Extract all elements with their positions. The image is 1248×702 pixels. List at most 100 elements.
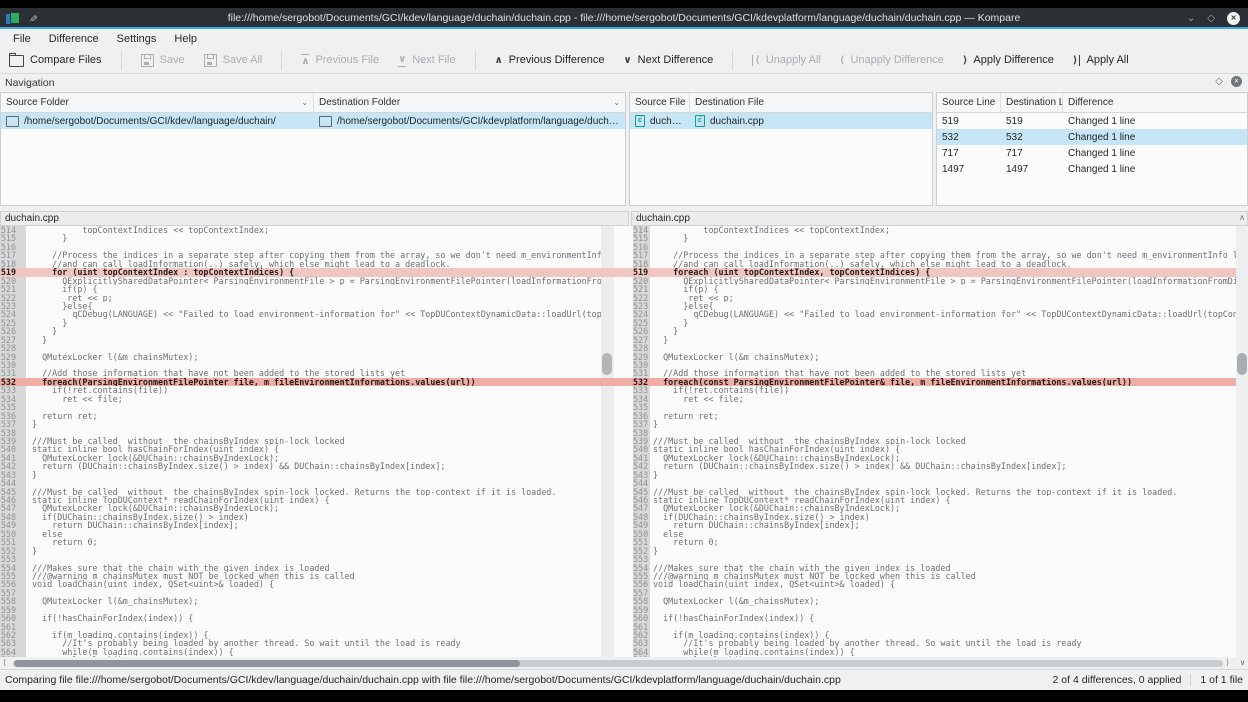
menu-difference[interactable]: Difference (40, 31, 108, 47)
difference-column-header[interactable]: Difference (1063, 93, 1247, 112)
menu-help[interactable]: Help (165, 31, 206, 47)
file-row[interactable]: duchain.cpp duchain.cpp (630, 113, 932, 129)
code-line-left: } (26, 471, 601, 479)
code-row-557: 557557 (0, 589, 1236, 597)
line-number-left: 553 (0, 555, 26, 563)
pane-gap (614, 580, 633, 588)
navigation-dock-title: Navigation (5, 77, 55, 89)
destination-pane-scrollbar[interactable] (1237, 226, 1247, 657)
pane-gap (614, 277, 633, 285)
source-pane-scrollbar-track-segment (601, 555, 614, 563)
line-number-left: 529 (0, 353, 26, 361)
next-difference-button[interactable]: ∨ Next Difference (624, 54, 714, 66)
maximize-button[interactable]: ◇ (1207, 12, 1215, 25)
folders-table-header: Source Folder ⌄ Destination Folder ⌄ (1, 93, 625, 113)
code-row-543: 543}543} (0, 471, 1236, 479)
difference-row[interactable]: 717 717 Changed 1 line (937, 145, 1247, 161)
difference-row[interactable]: 1497 1497 Changed 1 line (937, 161, 1247, 177)
code-line-right: } (650, 547, 658, 555)
code-line-left: return ret; (26, 412, 601, 420)
close-button[interactable]: ✕ (1227, 12, 1240, 25)
source-pane-scrollbar-track-segment (601, 572, 614, 580)
line-number-left: 540 (0, 445, 26, 453)
code-line-right: foreach(const ParsingEnvironmentFilePoin… (650, 378, 1132, 386)
source-pane-scrollbar-thumb[interactable] (602, 353, 612, 375)
minimize-button[interactable]: ⌄ (1187, 12, 1195, 25)
code-line-right: QMutexLocker l(&m_chainsMutex); (650, 353, 819, 361)
previous-difference-button[interactable]: ∧ Previous Difference (495, 54, 605, 66)
pane-gap (614, 378, 633, 386)
pane-gap (614, 260, 633, 268)
source-pane-scrollbar-track-segment (601, 538, 614, 546)
compare-files-button[interactable]: Compare Files (9, 53, 102, 67)
code-line-left: ///Must be called _without_ the chainsBy… (26, 437, 601, 445)
button-label: Unapply Difference (850, 54, 943, 66)
folder-row[interactable]: /home/sergobot/Documents/GCI/kdev/langua… (1, 113, 625, 129)
unapply-all-button: ⟨ Unapply All (752, 54, 821, 66)
code-line-left: for (uint topContextIndex : topContextIn… (26, 268, 601, 276)
code-row-519[interactable]: 519 for (uint topContextIndex : topConte… (0, 268, 1236, 276)
code-line-right: QExplicitlySharedDataPointer< ParsingEnv… (650, 277, 1236, 285)
code-line-left: } (26, 234, 601, 242)
scroll-up-icon[interactable]: ∧ (1239, 213, 1245, 222)
horizontal-scrollbar[interactable]: ⟨ ⟩ (0, 657, 1237, 669)
source-file-column-header[interactable]: Source File ⌄ (630, 93, 690, 112)
source-pane-scrollbar-track-segment (601, 488, 614, 496)
code-line-right: ret << file; (650, 395, 744, 403)
code-row-533: 533 if(!ret.contains(file))533 if(!ret.c… (0, 386, 1236, 394)
source-pane-scrollbar-track-segment (601, 606, 614, 614)
scroll-down-icon[interactable]: ∨ (1237, 657, 1248, 669)
dock-close-icon[interactable]: ✕ (1231, 76, 1242, 87)
scroll-left-icon[interactable]: ⟨ (3, 658, 6, 667)
horizontal-scrollbar-thumb[interactable] (14, 660, 520, 667)
line-number-right: 553 (633, 555, 650, 563)
pane-gap (614, 327, 633, 335)
pane-gap (614, 361, 633, 369)
line-number-left: 563 (0, 639, 26, 647)
source-folder-column-header[interactable]: Source Folder ⌄ (1, 93, 314, 112)
line-number-right: 555 (633, 572, 650, 580)
destination-file-column-header[interactable]: Destination File (690, 93, 932, 112)
line-number-left: 514 (0, 226, 26, 234)
destination-folder-column-header[interactable]: Destination Folder ⌄ (314, 93, 625, 112)
source-line-column-header[interactable]: Source Line ⌄ (937, 93, 1001, 112)
menu-file[interactable]: File (4, 31, 40, 47)
code-line-right: ///@warning m_chainsMutex must NOT be lo… (650, 572, 976, 580)
source-file-name: duchain.cpp (650, 116, 685, 127)
code-line-left: static inline bool hasChainForIndex(uint… (26, 445, 601, 453)
apply-difference-button[interactable]: ⟩ Apply Difference (963, 54, 1054, 66)
pane-gap (614, 336, 633, 344)
code-row-532[interactable]: 532 foreach(ParsingEnvironmentFilePointe… (0, 378, 1236, 386)
menu-settings[interactable]: Settings (108, 31, 166, 47)
line-number-right: 534 (633, 395, 650, 403)
dock-float-icon[interactable]: ◇ (1215, 76, 1223, 87)
line-number-left: 545 (0, 488, 26, 496)
line-number-right: 516 (633, 243, 650, 251)
column-header-label: Destination Line (1006, 97, 1063, 108)
source-pane-scrollbar-track-segment (601, 445, 614, 453)
source-pane-header: duchain.cpp (0, 211, 629, 226)
code-line-left: QExplicitlySharedDataPointer< ParsingEnv… (26, 277, 601, 285)
scroll-right-icon[interactable]: ⟩ (1226, 658, 1229, 667)
apply-all-button[interactable]: ⟩ Apply All (1073, 54, 1129, 66)
destination-line-column-header[interactable]: Destination Line (1001, 93, 1063, 112)
pane-gap (614, 294, 633, 302)
pane-gap (614, 521, 633, 529)
next-file-button: ∨ Next File (398, 54, 456, 67)
button-label: Previous File (315, 54, 379, 66)
difference-row[interactable]: 519 519 Changed 1 line (937, 113, 1247, 129)
code-row-521: 521 if(p) {521 if(p) { (0, 285, 1236, 293)
pane-gap (614, 437, 633, 445)
destination-pane-scrollbar-thumb[interactable] (1237, 353, 1247, 375)
code-row-526: 526 }526 } (0, 327, 1236, 335)
source-pane-scrollbar-track-segment (601, 268, 614, 276)
line-number-right: 525 (633, 319, 650, 327)
pane-gap (614, 639, 633, 647)
code-line-left: //Process the indices in a separate step… (26, 251, 601, 259)
line-number-right: 524 (633, 310, 650, 318)
bar-chevron-left-icon: ⟨ (752, 55, 760, 66)
code-line-right: } (650, 319, 688, 327)
code-line-right: //It's probably being loaded by another … (650, 639, 1082, 647)
difference-row-selected[interactable]: 532 532 Changed 1 line (937, 129, 1247, 145)
toolbar-separator (732, 51, 733, 70)
